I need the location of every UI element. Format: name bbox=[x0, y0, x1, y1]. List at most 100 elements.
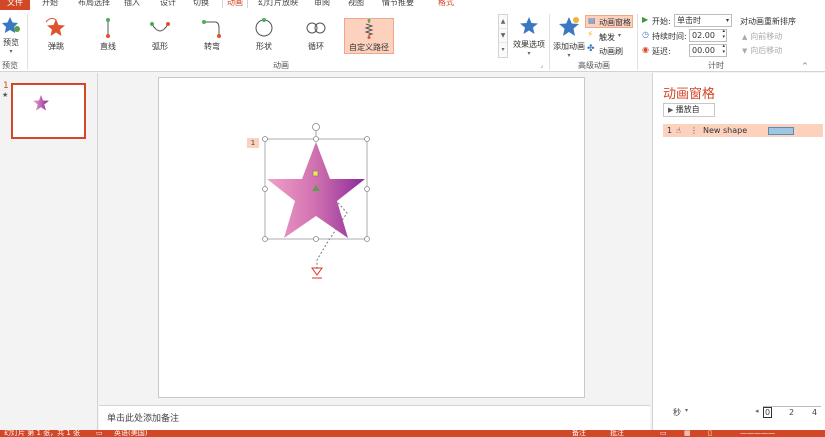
trigger-label: 触发 bbox=[599, 33, 615, 42]
mouse-click-icon: ☝ bbox=[676, 126, 681, 135]
effect-options-button[interactable]: 效果选项 ▾ bbox=[512, 16, 546, 57]
slide-canvas[interactable]: 1 bbox=[158, 77, 585, 398]
move-later-label: 向后移动 bbox=[750, 46, 783, 55]
add-animation-label: 添加动画 bbox=[553, 42, 585, 51]
move-later-button[interactable]: ▼ 向后移动 bbox=[742, 45, 782, 56]
trigger-button[interactable]: ⚡ 触发 ▾ bbox=[586, 30, 626, 43]
anim-pane-label: 动画窗格 bbox=[599, 18, 631, 27]
play-from-button[interactable]: ▶ 播放自 bbox=[663, 103, 715, 117]
reading-view-icon[interactable]: ▯ bbox=[708, 430, 712, 437]
tab-home[interactable]: 开始 bbox=[42, 0, 58, 8]
tab-storyboard[interactable]: 情节推要 bbox=[382, 0, 414, 8]
gallery-scroll[interactable]: ▲ ▼ ▾ bbox=[498, 14, 508, 58]
preview-button[interactable]: 预览 ▾ bbox=[0, 16, 22, 56]
anim-turn-label: 转弯 bbox=[204, 42, 220, 51]
star-effect-icon bbox=[520, 17, 538, 34]
divider bbox=[27, 14, 28, 70]
custom-path-icon bbox=[364, 19, 374, 39]
anim-pane-button[interactable]: ▤ 动画窗格 bbox=[585, 15, 633, 28]
anim-loop[interactable]: 循环 bbox=[294, 18, 338, 54]
anim-painter-label: 动画刷 bbox=[599, 47, 623, 56]
motion-path-icon: ⋮ bbox=[690, 126, 698, 135]
divider bbox=[637, 14, 638, 70]
duration-input[interactable]: 02.00 ▴ ▾ bbox=[689, 28, 727, 42]
tab-layout[interactable]: 布局选择 bbox=[78, 0, 110, 8]
tab-transitions[interactable]: 切换 bbox=[193, 0, 209, 8]
delay-value: 00.00 bbox=[692, 46, 715, 55]
tab-design[interactable]: 设计 bbox=[160, 0, 176, 8]
loop-path-icon bbox=[306, 22, 326, 34]
start-label: 开始: bbox=[652, 17, 671, 26]
timing-bar[interactable] bbox=[768, 127, 794, 135]
zoom-slider[interactable]: ————— bbox=[740, 430, 775, 437]
play-icon: ▶ bbox=[668, 106, 676, 114]
anim-custom-path[interactable]: 自定义路径 bbox=[344, 18, 394, 54]
animation-dialog-launcher-icon[interactable]: ⌟ bbox=[540, 62, 543, 69]
star-thumbnail-icon bbox=[33, 95, 49, 111]
turn-path-icon bbox=[202, 20, 221, 38]
gallery-down-icon[interactable]: ▼ bbox=[499, 29, 507, 43]
collapse-ribbon-icon[interactable]: ^ bbox=[802, 62, 808, 70]
down-arrow-icon: ▼ bbox=[742, 47, 748, 55]
move-earlier-label: 向前移动 bbox=[750, 32, 783, 41]
tab-animations[interactable]: 动画 bbox=[222, 0, 248, 8]
move-earlier-button[interactable]: ▲ 向前移动 bbox=[742, 31, 782, 42]
duration-spinner-icon[interactable]: ▴ ▾ bbox=[722, 28, 725, 40]
tab-slideshow[interactable]: 幻灯片放映 bbox=[258, 0, 298, 8]
anim-shape-label: 形状 bbox=[256, 42, 272, 51]
anim-custom-path-label: 自定义路径 bbox=[349, 43, 389, 52]
tab-review[interactable]: 审阅 bbox=[314, 0, 330, 8]
powerpoint-window: 文件 开始 布局选择 插入 设计 切换 动画 幻灯片放映 审阅 视图 情节推要 … bbox=[0, 0, 825, 437]
animation-item[interactable]: 1 ☝ ⋮ New shape bbox=[663, 124, 823, 137]
slide-number: 1 bbox=[3, 81, 9, 91]
delay-spinner-icon[interactable]: ▴ ▾ bbox=[722, 43, 725, 55]
language-label[interactable]: 英语(美国) bbox=[114, 430, 147, 437]
delay-label: 延迟: bbox=[652, 47, 671, 56]
delay-icon: ◉ bbox=[642, 45, 649, 54]
slide-thumbnail[interactable] bbox=[11, 83, 86, 139]
slide-info: 幻灯片 第 1 张，共 1 张 bbox=[4, 430, 81, 437]
anim-arc[interactable]: 弧形 bbox=[138, 18, 182, 54]
anim-bounce[interactable]: 弹跳 bbox=[34, 18, 78, 54]
status-bar: 幻灯片 第 1 张，共 1 张 ▭ 英语(美国) 备注 批注 ▭ ▦ ▯ ———… bbox=[0, 430, 825, 437]
star-shape[interactable] bbox=[159, 78, 586, 399]
duration-label: 持续时间: bbox=[652, 32, 687, 41]
seconds-dropdown-icon[interactable]: ▾ bbox=[685, 407, 688, 414]
timeline-left-icon[interactable]: ◂ bbox=[755, 407, 759, 415]
animation-group-label: 动画 bbox=[273, 61, 289, 70]
arc-path-icon bbox=[150, 22, 170, 32]
gallery-more-icon[interactable]: ▾ bbox=[499, 43, 507, 57]
tab-format[interactable]: 格式 bbox=[438, 0, 454, 8]
preview-dropdown-icon[interactable]: ▾ bbox=[0, 48, 22, 55]
comments-button[interactable]: 批注 bbox=[610, 430, 624, 437]
tab-file[interactable]: 文件 bbox=[0, 0, 30, 10]
add-animation-button[interactable]: 添加动画 ▾ bbox=[553, 16, 585, 59]
notes-area[interactable]: 单击此处添加备注 bbox=[99, 405, 650, 430]
seconds-label: 秒 bbox=[673, 408, 681, 417]
line-path-icon bbox=[106, 18, 110, 38]
anim-loop-label: 循环 bbox=[308, 42, 324, 51]
preview-group-label: 预览 bbox=[2, 61, 18, 70]
anim-painter-button[interactable]: ✤ 动画刷 bbox=[586, 44, 630, 57]
sorter-view-icon[interactable]: ▦ bbox=[684, 430, 691, 437]
anim-shape[interactable]: 形状 bbox=[242, 18, 286, 54]
animation-item-name: New shape bbox=[703, 126, 748, 135]
clock-icon: ◷ bbox=[642, 30, 649, 39]
up-arrow-icon: ▲ bbox=[742, 33, 748, 41]
anim-line[interactable]: 直线 bbox=[86, 18, 130, 54]
divider bbox=[549, 14, 550, 70]
delay-input[interactable]: 00.00 ▴ ▾ bbox=[689, 43, 727, 57]
gallery-up-icon[interactable]: ▲ bbox=[499, 15, 507, 29]
tab-view[interactable]: 视图 bbox=[348, 0, 364, 8]
anim-turn[interactable]: 转弯 bbox=[190, 18, 234, 54]
normal-view-icon[interactable]: ▭ bbox=[660, 430, 667, 437]
anim-arc-label: 弧形 bbox=[152, 42, 168, 51]
tab-insert[interactable]: 插入 bbox=[124, 0, 140, 8]
timeline-tick: 4 bbox=[812, 408, 818, 417]
start-select[interactable]: 单击时 ▾ bbox=[674, 14, 732, 27]
star-preview-icon bbox=[2, 17, 20, 33]
start-dropdown-icon[interactable]: ▾ bbox=[726, 15, 729, 26]
notes-button[interactable]: 备注 bbox=[572, 430, 586, 437]
painter-icon: ✤ bbox=[587, 44, 595, 54]
anim-bounce-label: 弹跳 bbox=[48, 42, 64, 51]
